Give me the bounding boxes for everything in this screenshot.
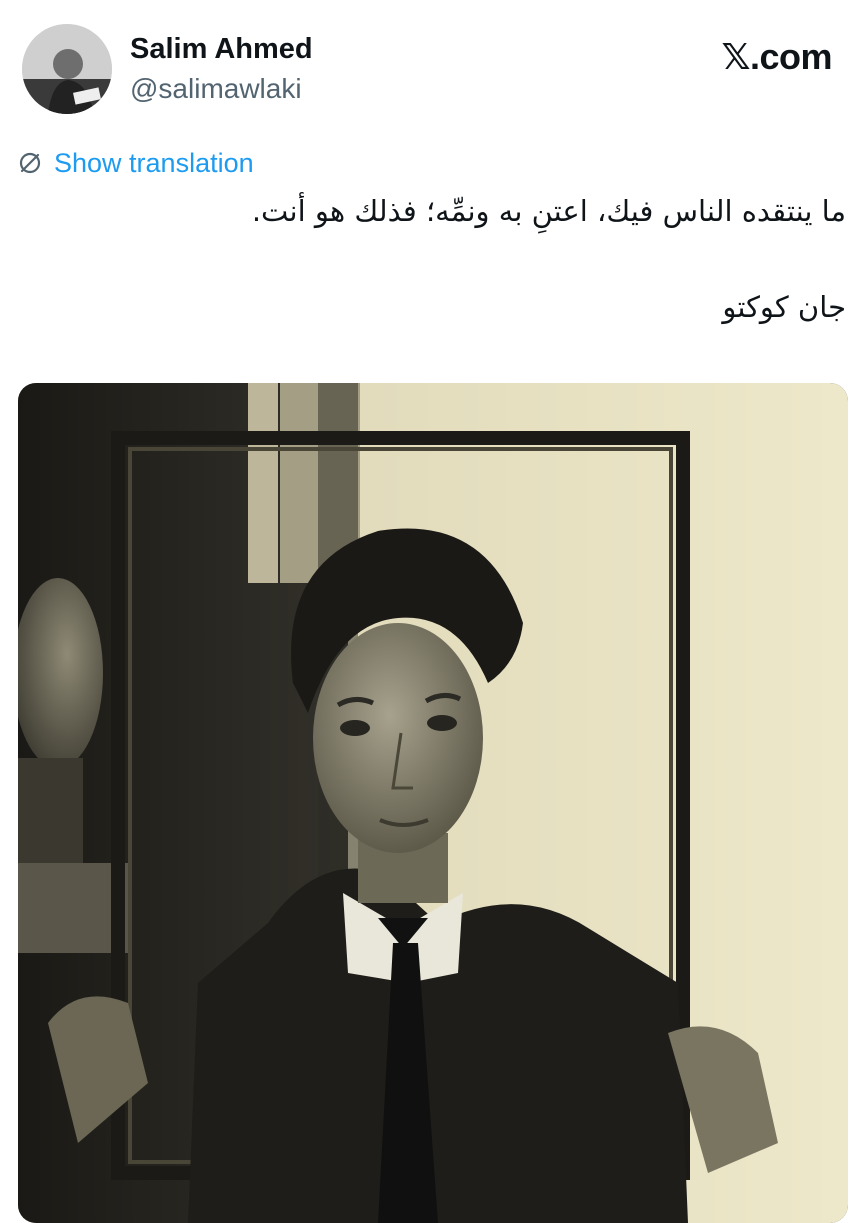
translate-icon bbox=[19, 152, 41, 174]
photo-image bbox=[18, 383, 848, 1223]
tweet-photo[interactable] bbox=[18, 383, 848, 1223]
post-header: Salim Ahmed @salimawlaki 𝕏.com bbox=[20, 22, 846, 122]
author-block: Salim Ahmed @salimawlaki bbox=[130, 32, 313, 106]
tweet-text: ما ينتقده الناس فيك، اعتنِ به ونمِّه؛ فذ… bbox=[26, 188, 846, 330]
author-avatar[interactable] bbox=[22, 24, 112, 114]
show-translation-label: Show translation bbox=[54, 148, 254, 178]
tweet-line-attribution: جان كوكتو bbox=[722, 290, 846, 324]
author-name[interactable]: Salim Ahmed bbox=[130, 32, 313, 66]
author-handle[interactable]: @salimawlaki bbox=[130, 72, 313, 106]
x-logo: 𝕏.com bbox=[721, 36, 832, 77]
show-translation-link[interactable]: Show translation bbox=[18, 146, 254, 180]
avatar-image bbox=[22, 24, 112, 114]
tweet-line-quote: ما ينتقده الناس فيك، اعتنِ به ونمِّه؛ فذ… bbox=[251, 194, 846, 228]
